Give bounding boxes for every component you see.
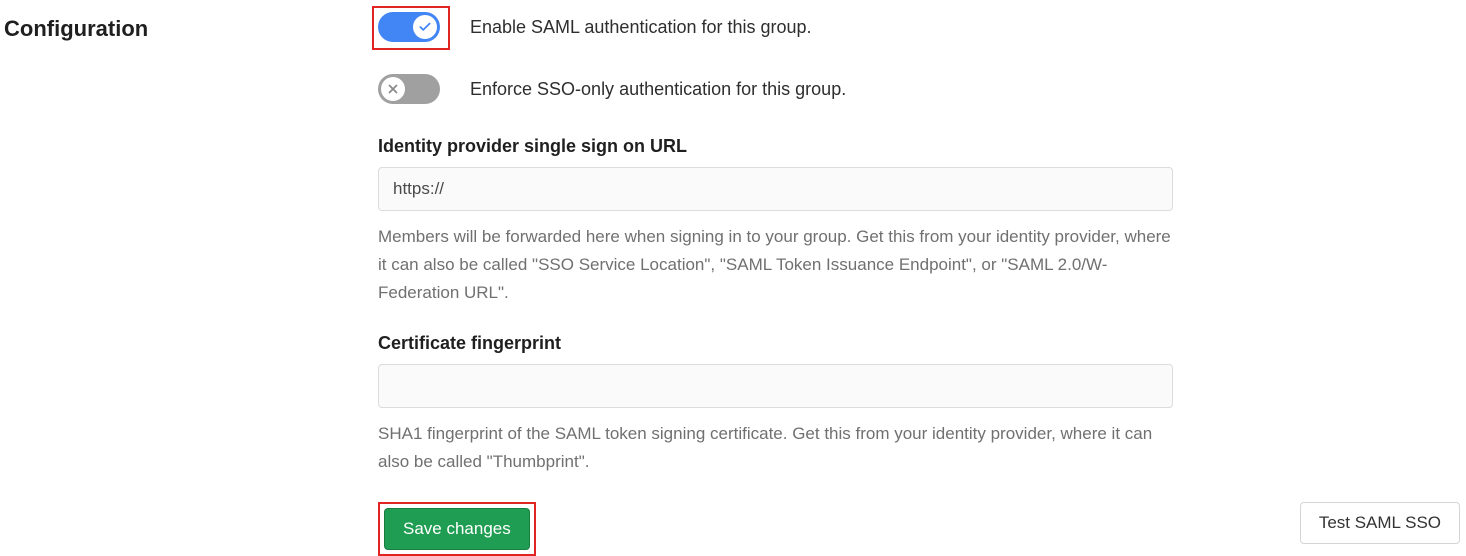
annotation-highlight-save: Save changes [378, 502, 536, 556]
section-title: Configuration [4, 16, 378, 42]
test-saml-button[interactable]: Test SAML SSO [1300, 502, 1460, 544]
cert-fingerprint-input[interactable] [378, 364, 1173, 408]
enforce-sso-label: Enforce SSO-only authentication for this… [470, 79, 846, 100]
idp-url-help: Members will be forwarded here when sign… [378, 223, 1173, 307]
save-button[interactable]: Save changes [384, 508, 530, 550]
enable-saml-toggle[interactable] [378, 12, 440, 42]
enforce-sso-toggle[interactable] [378, 74, 440, 104]
idp-url-label: Identity provider single sign on URL [378, 136, 1173, 157]
enable-saml-label: Enable SAML authentication for this grou… [470, 17, 812, 38]
check-icon [413, 15, 437, 39]
close-icon [381, 77, 405, 101]
idp-url-input[interactable] [378, 167, 1173, 211]
cert-fingerprint-label: Certificate fingerprint [378, 333, 1173, 354]
cert-fingerprint-help: SHA1 fingerprint of the SAML token signi… [378, 420, 1173, 476]
